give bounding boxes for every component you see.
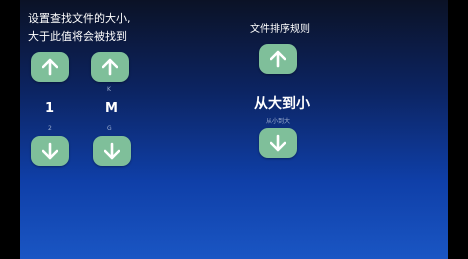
arrow-down-icon (104, 142, 120, 160)
sort-next-button[interactable] (259, 128, 297, 158)
size-description-line2: 大于此值将会被找到 (28, 30, 127, 43)
number-value: 1 (45, 101, 55, 116)
arrow-up-icon (270, 50, 286, 68)
unit-value: M (105, 101, 118, 116)
unit-increase-button[interactable] (91, 52, 129, 82)
arrow-down-icon (270, 134, 286, 152)
number-increase-button[interactable] (31, 52, 69, 82)
sort-previous-button[interactable] (259, 44, 297, 74)
arrow-up-icon (102, 58, 118, 76)
number-hint-below: 2 (48, 125, 52, 132)
unit-decrease-button[interactable] (93, 136, 131, 166)
sort-value: 从大到小 (254, 96, 310, 112)
settings-screen: 设置查找文件的大小, 大于此值将会被找到 K 1 M 2 G 文件排序规则 从大… (20, 0, 448, 259)
arrow-down-icon (42, 142, 58, 160)
size-description-line1: 设置查找文件的大小, (28, 12, 131, 25)
sort-title: 文件排序规则 (250, 24, 310, 35)
number-decrease-button[interactable] (31, 136, 69, 166)
unit-hint-above: K (107, 86, 111, 93)
sort-hint: 从小到大 (266, 118, 291, 125)
arrow-up-icon (42, 58, 58, 76)
unit-hint-below: G (107, 125, 112, 132)
